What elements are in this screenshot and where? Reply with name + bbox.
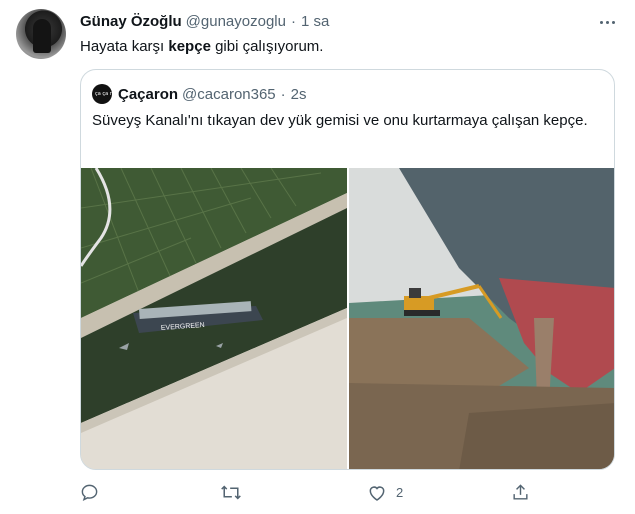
tweet-timestamp[interactable]: 1 sa [301,13,329,30]
reply-button[interactable] [80,483,108,502]
quote-text: Süveyş Kanalı'nı tıkayan dev yük gemisi … [92,112,588,129]
tweet-actions: 2 [80,483,535,505]
separator-dot: · [290,12,296,30]
tweet-text-end: gibi çalışıyorum. [210,38,324,55]
avatar-figure [33,19,51,53]
quote-media: EVERGREEN [81,168,614,469]
retweet-button[interactable] [220,483,251,502]
quote-separator-dot: · [280,85,286,103]
quote-author-name: Çaçaron [118,85,179,103]
author-display-name[interactable]: Günay Özoğlu [80,13,182,30]
quote-avatar-text: ça ça ron [95,91,118,97]
more-icon[interactable] [597,12,617,32]
like-count: 2 [396,485,404,500]
tweet-text-bold: kepçe [168,38,211,55]
like-icon [369,486,385,501]
share-icon [513,484,528,500]
retweet-icon [221,485,241,500]
quote-header: ça ça ron Çaçaron @cacaron365 · 2s [92,83,307,105]
author-handle[interactable]: @gunayozoglu [186,13,286,30]
reply-icon [81,484,98,502]
like-button[interactable]: 2 [367,483,403,502]
quote-author-avatar[interactable]: ça ça ron [92,84,118,104]
quoted-tweet[interactable]: ça ça ron Çaçaron @cacaron365 · 2s Süvey… [80,69,615,470]
share-button[interactable] [511,483,539,502]
quote-author-handle: @cacaron365 [182,85,276,103]
excavator-photo[interactable] [349,168,614,469]
tweet-text: Hayata karşı kepçe gibi çalışıyorum. [80,37,323,57]
tweet-header: Günay Özoğlu @gunayozoglu · 1 sa [80,10,329,32]
aerial-canal-photo[interactable]: EVERGREEN [81,168,347,469]
author-avatar[interactable] [16,9,66,59]
quote-timestamp: 2s [290,85,307,103]
tweet-text-start: Hayata karşı [80,38,169,55]
